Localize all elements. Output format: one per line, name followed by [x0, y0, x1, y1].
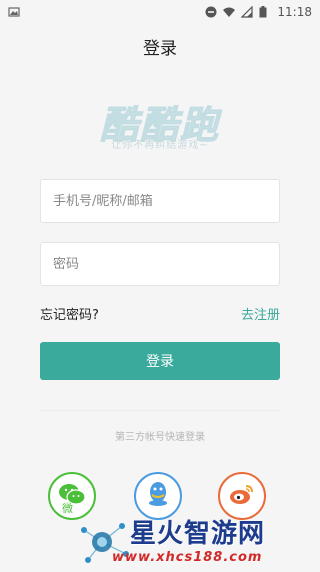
status-time: 11:18: [277, 5, 312, 19]
auth-links: 忘记密码? 去注册: [40, 304, 280, 323]
password-input[interactable]: [51, 255, 269, 273]
account-field[interactable]: [40, 179, 280, 223]
register-link[interactable]: 去注册: [241, 304, 280, 323]
page-title: 登录: [143, 39, 177, 59]
third-party-label: 第三方帐号快速登录: [115, 432, 205, 443]
weibo-icon: [229, 483, 255, 509]
divider: [40, 410, 280, 411]
account-input[interactable]: [51, 192, 269, 210]
watermark-title: 星火智游网: [130, 518, 266, 549]
qq-icon: [147, 481, 169, 511]
do-not-disturb-icon: [205, 6, 217, 18]
forgot-password-link[interactable]: 忘记密码?: [40, 304, 99, 323]
status-bar: 11:18: [0, 0, 320, 24]
image-notification-icon: [8, 6, 20, 18]
watermark: 星火智游网 www.xhcs188.com: [72, 508, 320, 569]
wifi-icon: [223, 6, 236, 18]
battery-icon: [259, 6, 271, 18]
login-button[interactable]: 登录: [40, 342, 280, 380]
password-field[interactable]: [40, 242, 280, 286]
watermark-url: www.xhcs188.com: [112, 549, 263, 565]
app-slogan: 让你不再纠结游戏~: [111, 140, 209, 151]
signal-icon: [240, 5, 254, 18]
